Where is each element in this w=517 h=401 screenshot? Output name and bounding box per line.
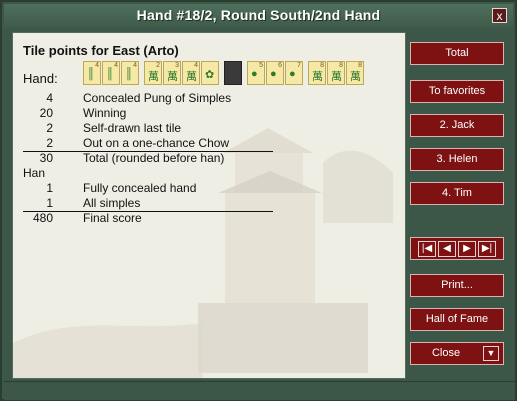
tile: 5 ● (247, 61, 265, 85)
han-row: 1 All simples (23, 196, 278, 211)
circles-icon: ● (270, 68, 277, 80)
score-row: 2 Self-drawn last tile (23, 121, 278, 136)
han-label: Han (23, 166, 46, 180)
total-points: 30 (39, 151, 53, 165)
tile-number: 4 (133, 62, 137, 69)
score-description: Winning (83, 106, 127, 120)
tile-number: 7 (297, 62, 301, 69)
hand-navigation: |◀ ◀ ▶ ▶| (410, 237, 504, 260)
score-points: 2 (46, 136, 53, 150)
score-points: 4 (46, 91, 53, 105)
previous-hand-icon[interactable]: ◀ (438, 240, 456, 257)
first-hand-icon[interactable]: |◀ (418, 240, 436, 257)
score-row: 4 Concealed Pung of Simples (23, 91, 278, 106)
tile: 4 ║ (102, 61, 120, 85)
total-description: Total (rounded before han) (83, 151, 225, 165)
score-description: Self-drawn last tile (83, 121, 182, 135)
han-description: All simples (83, 196, 141, 210)
han-description: Fully concealed hand (83, 181, 197, 195)
char-icon: 萬 (331, 71, 342, 83)
char-icon: 萬 (312, 71, 323, 83)
score-row: 20 Winning (23, 106, 278, 121)
han-label-row: Han (23, 166, 278, 181)
tile: 8萬 (327, 61, 345, 85)
close-button-label: Close (431, 347, 461, 359)
score-points: 20 (39, 106, 53, 120)
char-icon: 萬 (167, 71, 178, 83)
hand-tiles: 4 ║ 4 ║ 4 ║ 2 萬 3 萬 4 萬 ✿ 5 ● 6 ● 7 ● 8 萬 8 萬 8 萬 (83, 61, 365, 85)
score-description: Out on a one-chance Chow (83, 136, 230, 150)
char-icon: 萬 (148, 71, 159, 83)
window-title: Hand #18/2, Round South/2nd Hand (136, 7, 381, 23)
tile: ✿ (201, 61, 219, 85)
bamboo-icon: ║ (125, 68, 133, 80)
title-bar[interactable]: Hand #18/2, Round South/2nd Hand x (4, 4, 513, 28)
tim-button[interactable]: 4. Tim (410, 182, 504, 205)
char-icon: 萬 (186, 71, 197, 83)
tile: 4萬 (182, 61, 200, 85)
char-icon: 萬 (350, 71, 361, 83)
total-button[interactable]: Total (410, 42, 504, 65)
score-panel: Tile points for East (Arto) Hand: 4 ║ 4 ║ 4 ║… (12, 32, 406, 379)
tile: 2萬 (144, 61, 162, 85)
tile: 4 ║ (83, 61, 101, 85)
final-points: 480 (32, 211, 53, 225)
flower-icon: ✿ (205, 69, 215, 81)
print-button[interactable]: Print... (410, 274, 504, 297)
next-hand-icon[interactable]: ▶ (458, 240, 476, 257)
tile-number: 4 (95, 62, 99, 69)
score-points: 2 (46, 121, 53, 135)
han-points: 1 (46, 181, 53, 195)
final-row: 480 Final score (23, 211, 278, 226)
score-row: 2 Out on a one-chance Chow (23, 136, 278, 151)
tile: 8萬 (308, 61, 326, 85)
status-bar (4, 381, 515, 400)
close-icon[interactable]: x (492, 8, 507, 23)
tile: 4 ║ (121, 61, 139, 85)
tile: 8萬 (346, 61, 364, 85)
score-description: Concealed Pung of Simples (83, 91, 232, 105)
tile-number: 6 (278, 62, 282, 69)
final-description: Final score (83, 211, 142, 225)
han-row: 1 Fully concealed hand (23, 181, 278, 196)
tile: 3萬 (163, 61, 181, 85)
helen-button[interactable]: 3. Helen (410, 148, 504, 171)
hand-label: Hand: (23, 71, 58, 86)
tile (224, 61, 242, 85)
scoring-table: 4 Concealed Pung of Simples 20 Winning 2… (23, 91, 278, 226)
total-row: 30 Total (rounded before han) (23, 151, 278, 166)
circles-icon: ● (289, 68, 296, 80)
last-hand-icon[interactable]: ▶| (478, 240, 496, 257)
hand-results-window: Hand #18/2, Round South/2nd Hand x Tile … (0, 0, 517, 401)
tile-number: 4 (114, 62, 118, 69)
han-points: 1 (46, 196, 53, 210)
tile: 7 ● (285, 61, 303, 85)
bamboo-icon: ║ (106, 68, 114, 80)
tile: 6 ● (266, 61, 284, 85)
hall-of-fame-button[interactable]: Hall of Fame (410, 308, 504, 331)
circles-icon: ● (251, 68, 258, 80)
jack-button[interactable]: 2. Jack (410, 114, 504, 137)
chevron-down-icon[interactable]: ▼ (483, 346, 499, 361)
tile-number: 5 (259, 62, 263, 69)
close-button[interactable]: Close ▼ (410, 342, 504, 365)
bamboo-icon: ║ (87, 68, 95, 80)
to-favorites-button[interactable]: To favorites (410, 80, 504, 103)
tile-points-heading: Tile points for East (Arto) (23, 43, 179, 58)
